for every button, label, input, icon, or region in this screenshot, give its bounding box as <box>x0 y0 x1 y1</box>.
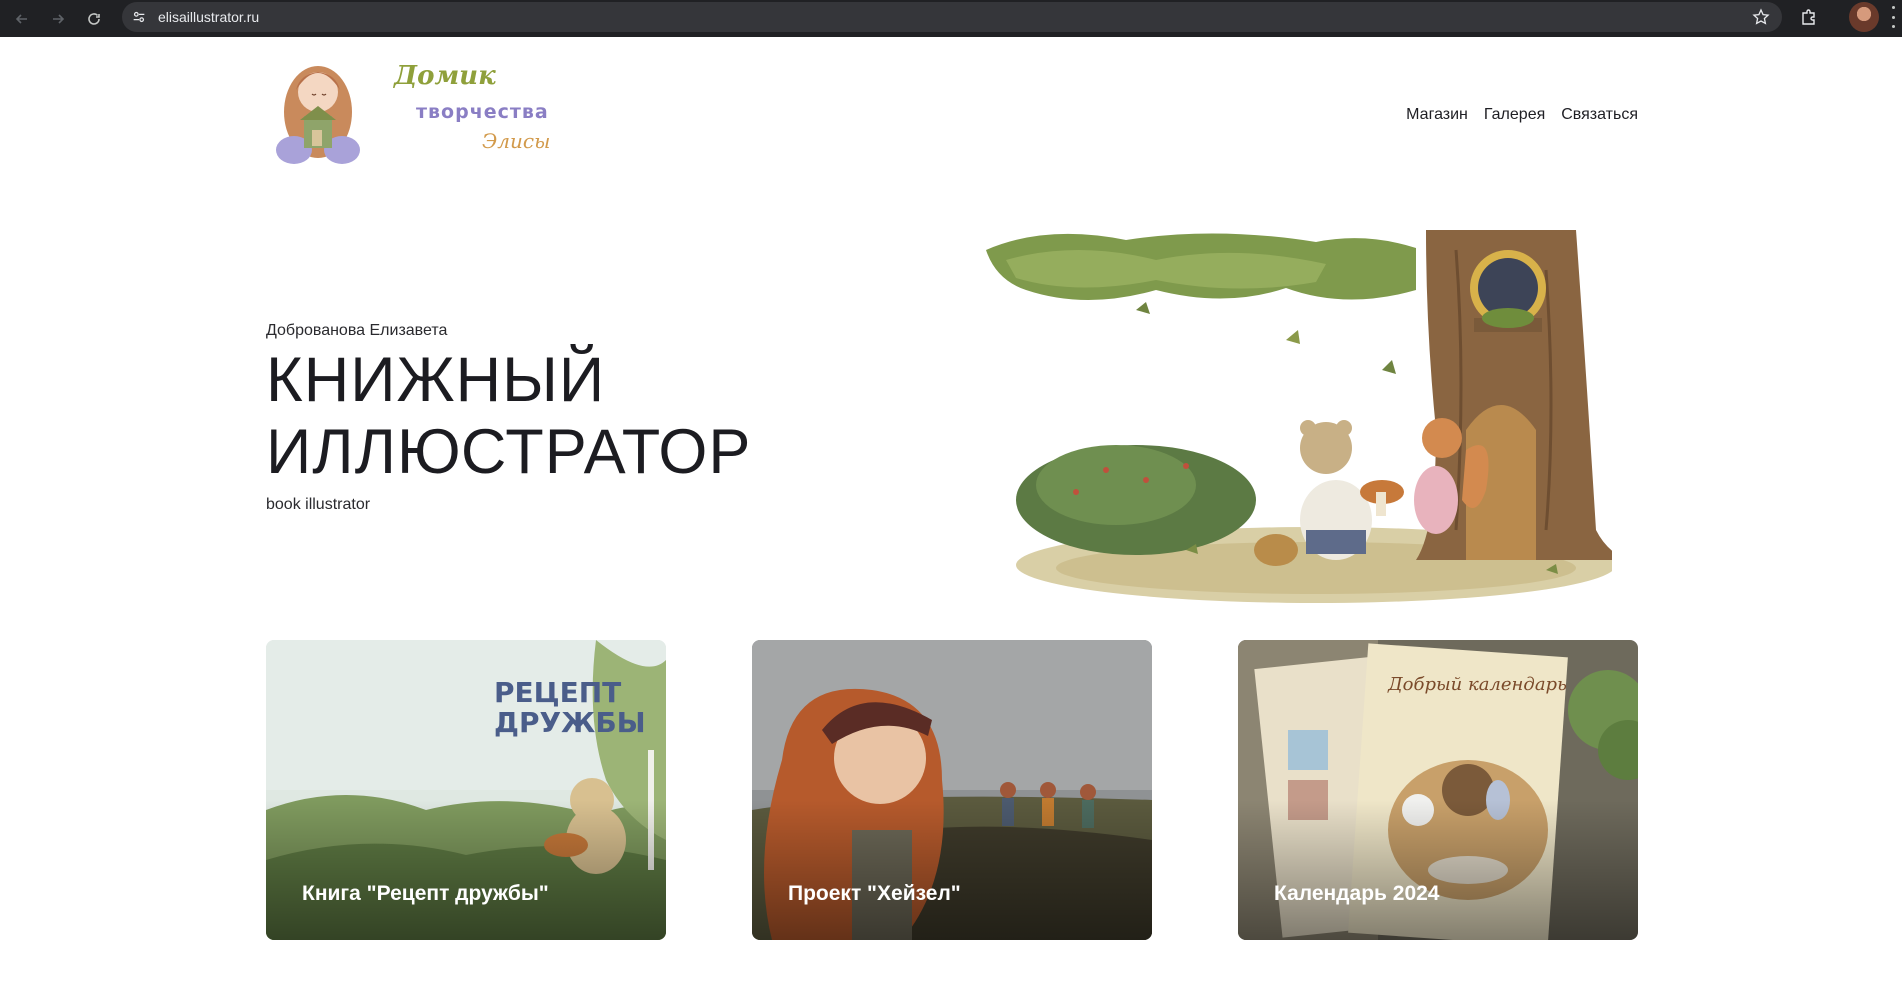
bookmark-star-icon[interactable] <box>1752 8 1770 26</box>
project-cards: РЕЦЕПТ ДРУЖБЫ Книга "Рецепт дружбы" Прое… <box>266 640 1638 940</box>
browser-toolbar: elisaillustrator.ru <box>0 0 1902 37</box>
site-logo[interactable]: Домик творчества Элисы <box>266 50 566 168</box>
card-title[interactable]: Проект "Хейзел" <box>788 882 961 906</box>
hero-title-line-2: ИЛЛЮСТРАТОР <box>266 417 752 487</box>
back-arrow-icon[interactable] <box>8 5 36 33</box>
hero-author: Доброванова Елизавета <box>266 322 448 339</box>
hero-subtitle: book illustrator <box>266 496 371 513</box>
url-text[interactable]: elisaillustrator.ru <box>158 9 259 25</box>
card-title[interactable]: Книга "Рецепт дружбы" <box>302 882 549 906</box>
site-info-icon[interactable] <box>130 8 148 26</box>
logo-line-2: творчества <box>416 101 549 123</box>
calendar-cover-text: Добрый календарь <box>1387 674 1567 695</box>
project-card-calendar[interactable]: Добрый календарь Календарь 2024 <box>1238 640 1638 940</box>
nav-gallery-link[interactable]: Галерея <box>1484 106 1545 124</box>
logo-line-3: Элисы <box>482 129 550 153</box>
project-card-hazel[interactable]: Проект "Хейзел" <box>752 640 1152 940</box>
hero-title-line-1: КНИЖНЫЙ <box>266 345 606 415</box>
kebab-menu-icon[interactable] <box>1888 6 1898 28</box>
card-title[interactable]: Календарь 2024 <box>1274 882 1439 906</box>
hero-text: Доброванова Елизавета КНИЖНЫЙ ИЛЛЮСТРАТО… <box>266 322 866 514</box>
main-nav: Магазин Галерея Связаться <box>1406 106 1638 124</box>
site-header: Домик творчества Элисы Магазин Галерея С… <box>266 50 1638 170</box>
logo-line-1: Домик <box>392 61 496 91</box>
hero-title: КНИЖНЫЙ ИЛЛЮСТРАТОР <box>266 344 866 488</box>
extensions-icon[interactable] <box>1796 4 1822 30</box>
cover-heading-1: РЕЦЕПТ <box>494 676 621 709</box>
nav-contact-link[interactable]: Связаться <box>1561 106 1638 124</box>
reload-icon[interactable] <box>80 5 108 33</box>
profile-avatar[interactable] <box>1849 2 1879 32</box>
project-card-recipe[interactable]: РЕЦЕПТ ДРУЖБЫ Книга "Рецепт дружбы" <box>266 640 666 940</box>
forward-arrow-icon[interactable] <box>44 5 72 33</box>
address-bar[interactable]: elisaillustrator.ru <box>122 2 1782 32</box>
nav-shop-link[interactable]: Магазин <box>1406 106 1468 124</box>
cover-heading-2: ДРУЖБЫ <box>494 706 646 739</box>
hero-illustration <box>986 230 1612 603</box>
